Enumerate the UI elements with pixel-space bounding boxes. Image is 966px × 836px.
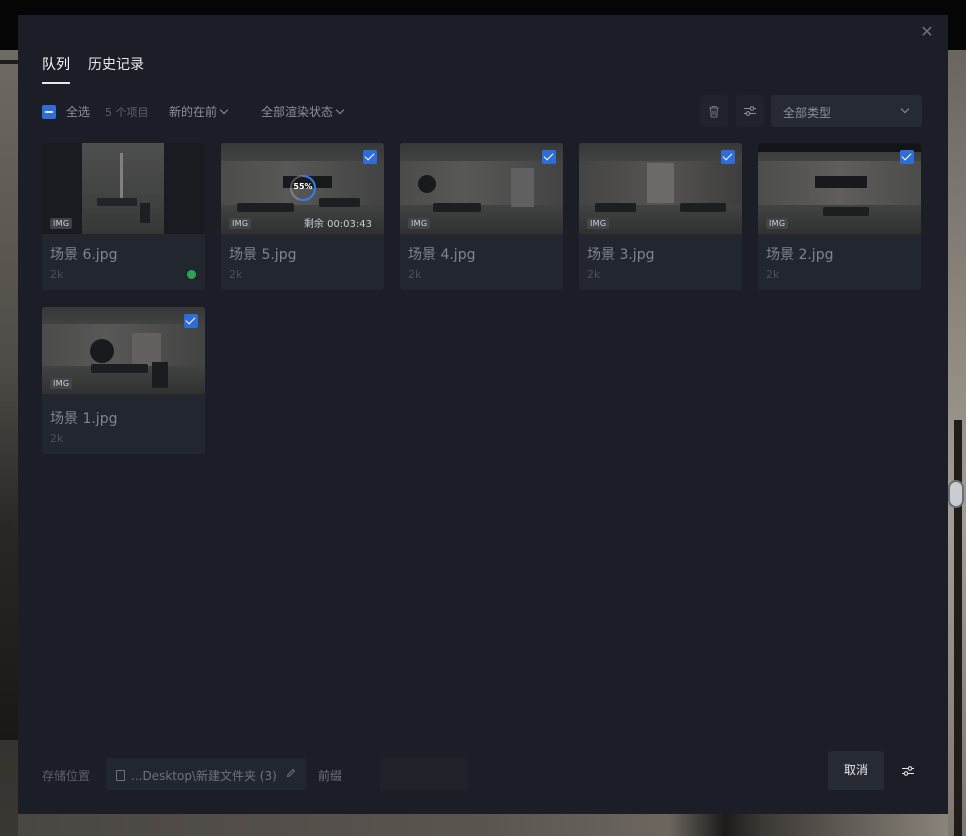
scene-thumbnail: 55% IMG 剩余 00:03:43 <box>221 143 384 234</box>
trash-icon <box>709 105 719 118</box>
pencil-icon[interactable] <box>286 768 296 778</box>
scene-thumbnail: IMG <box>758 143 921 234</box>
select-all-label[interactable]: 全选 <box>66 103 90 120</box>
time-remaining: 剩余 00:03:43 <box>303 219 372 230</box>
card-filename: 场景 6.jpg <box>50 247 118 263</box>
card-checkbox[interactable] <box>542 150 556 164</box>
queue-card[interactable]: IMG 场景 1.jpg 2k <box>42 307 205 454</box>
image-type-badge: IMG <box>50 218 73 229</box>
save-location-label: 存储位置 <box>42 769 91 783</box>
file-icon <box>116 770 125 781</box>
queue-toolbar: 全选 5 个项目 新的在前 全部渲染状态 全部类型 <box>42 95 922 127</box>
render-state-dropdown-label: 全部渲染状态 <box>261 105 334 119</box>
close-icon[interactable]: ✕ <box>918 23 936 41</box>
render-queue-dialog: ✕ 队列 历史记录 全选 5 个项目 新的在前 全部渲染状态 全部类型 IMG … <box>18 15 948 814</box>
queue-card[interactable]: IMG 场景 6.jpg 2k <box>42 143 205 290</box>
scene-thumbnail: IMG <box>42 307 205 394</box>
sort-dropdown-label: 新的在前 <box>169 105 218 119</box>
progress-percent: 55% <box>293 182 313 191</box>
background-chair <box>0 520 18 740</box>
select-all-checkbox[interactable] <box>42 105 56 119</box>
prefix-label: 前缀 <box>318 769 343 783</box>
card-checkbox[interactable] <box>184 314 198 328</box>
card-checkbox[interactable] <box>363 150 377 164</box>
tab-bar: 队列 历史记录 <box>42 53 162 84</box>
scene-thumbnail: IMG <box>42 143 205 234</box>
type-filter-label: 全部类型 <box>783 106 832 120</box>
card-resolution: 2k <box>766 268 780 281</box>
chevron-down-icon <box>900 104 910 114</box>
scene-thumbnail: IMG <box>400 143 563 234</box>
card-resolution: 2k <box>229 268 243 281</box>
tab-history[interactable]: 历史记录 <box>88 53 144 84</box>
image-type-badge: IMG <box>229 218 252 229</box>
done-status-icon <box>187 270 196 279</box>
delete-button[interactable] <box>700 95 728 127</box>
chevron-down-icon <box>335 105 345 115</box>
filter-button[interactable] <box>736 95 764 127</box>
settings-sliders-icon <box>902 766 914 776</box>
save-path-field[interactable]: ...Desktop\新建文件夹 (3) <box>106 758 306 790</box>
image-type-badge: IMG <box>587 218 610 229</box>
background-right-room <box>948 50 966 836</box>
card-filename: 场景 3.jpg <box>587 247 655 263</box>
background-floor <box>18 814 948 836</box>
card-resolution: 2k <box>50 432 64 445</box>
filter-sliders-icon <box>744 106 756 116</box>
chevron-down-icon <box>219 105 229 115</box>
sort-dropdown[interactable]: 新的在前 <box>169 103 229 120</box>
image-type-badge: IMG <box>50 378 73 389</box>
queue-card[interactable]: IMG 场景 3.jpg 2k <box>579 143 742 290</box>
type-filter-select[interactable]: 全部类型 <box>771 95 922 127</box>
card-filename: 场景 1.jpg <box>50 411 118 427</box>
card-resolution: 2k <box>587 268 601 281</box>
image-type-badge: IMG <box>766 218 789 229</box>
cancel-button[interactable]: 取消 <box>828 751 884 790</box>
card-resolution: 2k <box>50 268 64 281</box>
card-filename: 场景 5.jpg <box>229 247 297 263</box>
settings-button[interactable] <box>896 761 920 781</box>
background-lamp <box>948 480 964 508</box>
prefix-input[interactable] <box>380 758 468 790</box>
queue-card[interactable]: IMG 场景 4.jpg 2k <box>400 143 563 290</box>
dialog-footer: 存储位置 ...Desktop\新建文件夹 (3) 前缀 取消 <box>42 751 922 791</box>
card-filename: 场景 2.jpg <box>766 247 834 263</box>
card-filename: 场景 4.jpg <box>408 247 476 263</box>
card-checkbox[interactable] <box>900 150 914 164</box>
queue-card[interactable]: IMG 场景 2.jpg 2k <box>758 143 921 290</box>
save-path-value: ...Desktop\新建文件夹 (3) <box>131 769 277 783</box>
items-count: 5 个项目 <box>105 106 149 119</box>
scene-thumbnail: IMG <box>579 143 742 234</box>
render-state-dropdown[interactable]: 全部渲染状态 <box>261 103 345 120</box>
queue-card[interactable]: 55% IMG 剩余 00:03:43 场景 5.jpg 2k <box>221 143 384 290</box>
tab-queue[interactable]: 队列 <box>42 53 70 84</box>
card-checkbox[interactable] <box>721 150 735 164</box>
image-type-badge: IMG <box>408 218 431 229</box>
card-resolution: 2k <box>408 268 422 281</box>
background-left-room <box>0 50 18 836</box>
